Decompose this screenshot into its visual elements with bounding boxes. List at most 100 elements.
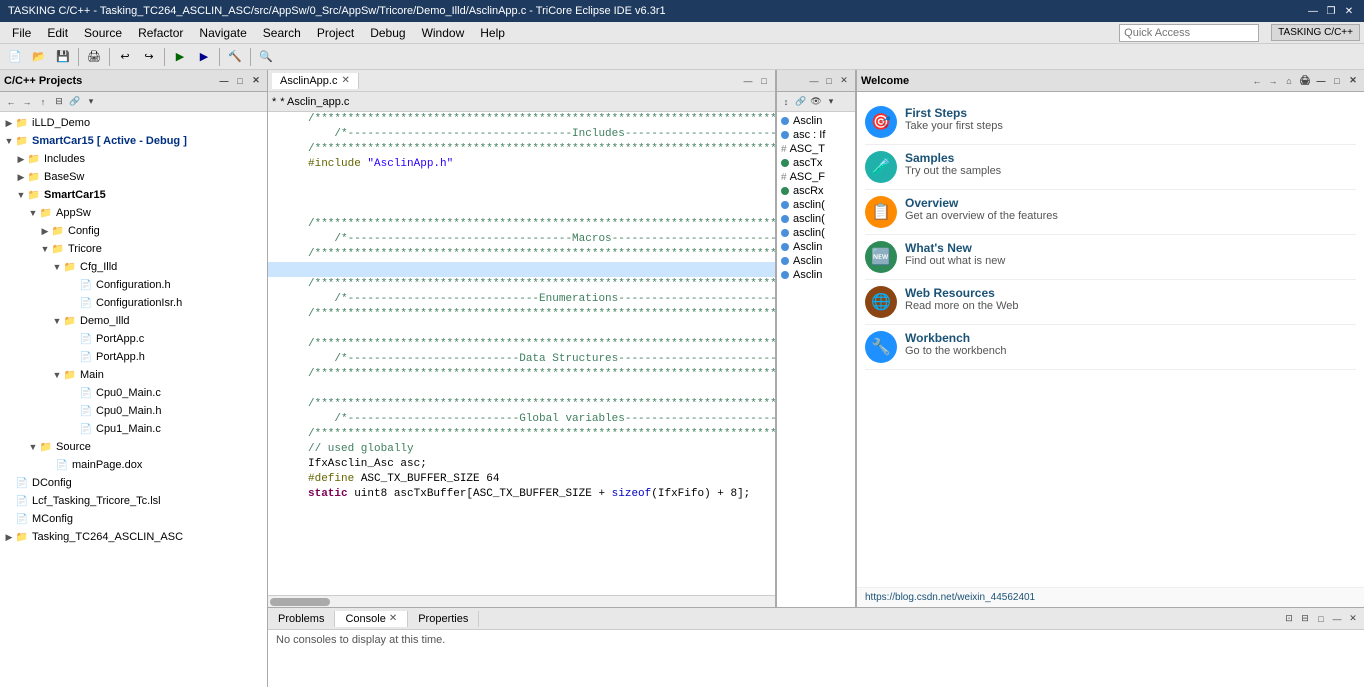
outline-item-Asclin1[interactable]: Asclin — [777, 240, 855, 254]
console-ctrl5[interactable]: ✕ — [1346, 612, 1360, 626]
tree-item-smartcar15-root[interactable]: ▼ 📁 SmartCar15 [ Active - Debug ] — [0, 132, 267, 150]
bottom-tab-properties[interactable]: Properties — [408, 611, 479, 627]
welcome-home-btn[interactable]: ⌂ — [1282, 74, 1296, 88]
menu-help[interactable]: Help — [472, 22, 513, 43]
outline-hide-btn[interactable]: 👁 — [809, 95, 823, 109]
tree-item-cpu0-main-h[interactable]: 📄 Cpu0_Main.h — [0, 402, 267, 420]
code-editor[interactable]: /***************************************… — [268, 112, 775, 595]
toolbar-run[interactable]: ▶ — [169, 46, 191, 68]
tab-close-btn[interactable]: ✕ — [341, 75, 349, 86]
tree-item-cpu1-main-c[interactable]: 📄 Cpu1_Main.c — [0, 420, 267, 438]
menu-refactor[interactable]: Refactor — [130, 22, 191, 43]
welcome-item-whatsnew[interactable]: 🆕 What's New Find out what is new — [865, 235, 1356, 280]
tree-item-smartcar15-sub[interactable]: ▼ 📁 SmartCar15 — [0, 186, 267, 204]
tree-item-mconfig[interactable]: 📄 MConfig — [0, 510, 267, 528]
welcome-item-samples[interactable]: 🧪 Samples Try out the samples — [865, 145, 1356, 190]
toolbar-undo[interactable]: ↩ — [114, 46, 136, 68]
console-close-btn[interactable]: ✕ — [389, 613, 397, 624]
tree-up-btn[interactable]: ↑ — [36, 95, 50, 109]
outline-item-asclin4[interactable]: asclin( — [777, 226, 855, 240]
outline-close-btn[interactable]: ✕ — [837, 74, 851, 88]
menu-edit[interactable]: Edit — [39, 22, 76, 43]
tree-item-includes[interactable]: ▶ 📁 Includes — [0, 150, 267, 168]
tree-item-cfg-illd[interactable]: ▼ 📁 Cfg_Illd — [0, 258, 267, 276]
menu-navigate[interactable]: Navigate — [191, 22, 254, 43]
tree-link-btn[interactable]: 🔗 — [68, 95, 82, 109]
menu-project[interactable]: Project — [309, 22, 362, 43]
tree-collapse-btn[interactable]: ⊟ — [52, 95, 66, 109]
editor-min-btn[interactable]: — — [741, 74, 755, 88]
tree-item-demo-illd[interactable]: ▼ 📁 Demo_Illd — [0, 312, 267, 330]
editor-tab-asclinapp[interactable]: AsclinApp.c ✕ — [272, 73, 359, 89]
outline-item-Asclin2[interactable]: Asclin — [777, 254, 855, 268]
panel-minimize-btn[interactable]: — — [217, 74, 231, 88]
tree-item-config[interactable]: ▶ 📁 Config — [0, 222, 267, 240]
outline-sort-btn[interactable]: ↕ — [779, 95, 793, 109]
toolbar-open[interactable]: 📂 — [28, 46, 50, 68]
tree-forward-btn[interactable]: → — [20, 95, 34, 109]
toolbar-debug-run[interactable]: ▶ — [193, 46, 215, 68]
tree-item-lcf-tasking[interactable]: 📄 Lcf_Tasking_Tricore_Tc.lsl — [0, 492, 267, 510]
quick-access-input[interactable] — [1119, 24, 1259, 42]
tree-item-dconfig[interactable]: 📄 DConfig — [0, 474, 267, 492]
console-ctrl2[interactable]: ⊟ — [1298, 612, 1312, 626]
outline-max-btn[interactable]: □ — [822, 74, 836, 88]
outline-item-asctx[interactable]: ascTx — [777, 156, 855, 170]
welcome-item-overview[interactable]: 📋 Overview Get an overview of the featur… — [865, 190, 1356, 235]
scrollbar-thumb-x[interactable] — [270, 598, 330, 606]
tree-item-illd-demo[interactable]: ▶ 📁 iLLD_Demo — [0, 114, 267, 132]
menu-search[interactable]: Search — [255, 22, 309, 43]
tree-back-btn[interactable]: ← — [4, 95, 18, 109]
tree-item-main[interactable]: ▼ 📁 Main — [0, 366, 267, 384]
editor-max-btn[interactable]: □ — [757, 74, 771, 88]
tree-item-mainpage-dox[interactable]: 📄 mainPage.dox — [0, 456, 267, 474]
tree-item-appsw[interactable]: ▼ 📁 AppSw — [0, 204, 267, 222]
tree-item-tasking-tc264[interactable]: ▶ 📁 Tasking_TC264_ASCLIN_ASC — [0, 528, 267, 546]
outline-item-asc[interactable]: asc : If — [777, 128, 855, 142]
welcome-footer[interactable]: https://blog.csdn.net/weixin_44562401 — [857, 587, 1364, 607]
welcome-back-btn[interactable]: ← — [1250, 74, 1264, 88]
menu-file[interactable]: File — [4, 22, 39, 43]
console-ctrl4[interactable]: — — [1330, 612, 1344, 626]
tree-item-source[interactable]: ▼ 📁 Source — [0, 438, 267, 456]
welcome-max-btn[interactable]: □ — [1330, 74, 1344, 88]
tree-item-portapp-c[interactable]: 📄 PortApp.c — [0, 330, 267, 348]
outline-item-asclin1[interactable]: Asclin — [777, 114, 855, 128]
welcome-close-btn[interactable]: ✕ — [1346, 74, 1360, 88]
welcome-item-workbench[interactable]: 🔧 Workbench Go to the workbench — [865, 325, 1356, 370]
outline-item-asclin2[interactable]: asclin( — [777, 198, 855, 212]
toolbar-new[interactable]: 📄 — [4, 46, 26, 68]
outline-menu-btn[interactable]: ▾ — [824, 95, 838, 109]
toolbar-print[interactable]: 🖨 — [83, 46, 105, 68]
tree-item-configuration-h[interactable]: 📄 Configuration.h — [0, 276, 267, 294]
tree-menu-btn[interactable]: ▾ — [84, 95, 98, 109]
bottom-tab-console[interactable]: Console ✕ — [335, 611, 408, 627]
panel-close-btn[interactable]: ✕ — [249, 74, 263, 88]
console-ctrl3[interactable]: □ — [1314, 612, 1328, 626]
toolbar-search[interactable]: 🔍 — [255, 46, 277, 68]
welcome-fwd-btn[interactable]: → — [1266, 74, 1280, 88]
close-button[interactable]: ✕ — [1342, 4, 1356, 18]
welcome-min-btn[interactable]: — — [1314, 74, 1328, 88]
tree-item-tricore[interactable]: ▼ 📁 Tricore — [0, 240, 267, 258]
menu-debug[interactable]: Debug — [362, 22, 413, 43]
outline-item-Asclin3[interactable]: Asclin — [777, 268, 855, 282]
panel-maximize-btn[interactable]: □ — [233, 74, 247, 88]
menu-window[interactable]: Window — [414, 22, 473, 43]
outline-item-ascf[interactable]: # ASC_F — [777, 170, 855, 184]
tree-item-configisr-h[interactable]: 📄 ConfigurationIsr.h — [0, 294, 267, 312]
perspective-button[interactable]: TASKING C/C++ — [1271, 24, 1360, 41]
minimize-button[interactable]: — — [1306, 4, 1320, 18]
welcome-item-webresources[interactable]: 🌐 Web Resources Read more on the Web — [865, 280, 1356, 325]
outline-item-asct1[interactable]: # ASC_T — [777, 142, 855, 156]
tree-item-cpu0-main-c[interactable]: 📄 Cpu0_Main.c — [0, 384, 267, 402]
tree-item-basesw[interactable]: ▶ 📁 BaseSw — [0, 168, 267, 186]
outline-item-ascrx[interactable]: ascRx — [777, 184, 855, 198]
outline-item-asclin3[interactable]: asclin( — [777, 212, 855, 226]
outline-min-btn[interactable]: — — [807, 74, 821, 88]
toolbar-build[interactable]: 🔨 — [224, 46, 246, 68]
welcome-print-btn[interactable]: 🖨 — [1298, 74, 1312, 88]
menu-source[interactable]: Source — [76, 22, 130, 43]
outline-link-btn[interactable]: 🔗 — [794, 95, 808, 109]
editor-scrollbar-x[interactable] — [268, 595, 775, 607]
